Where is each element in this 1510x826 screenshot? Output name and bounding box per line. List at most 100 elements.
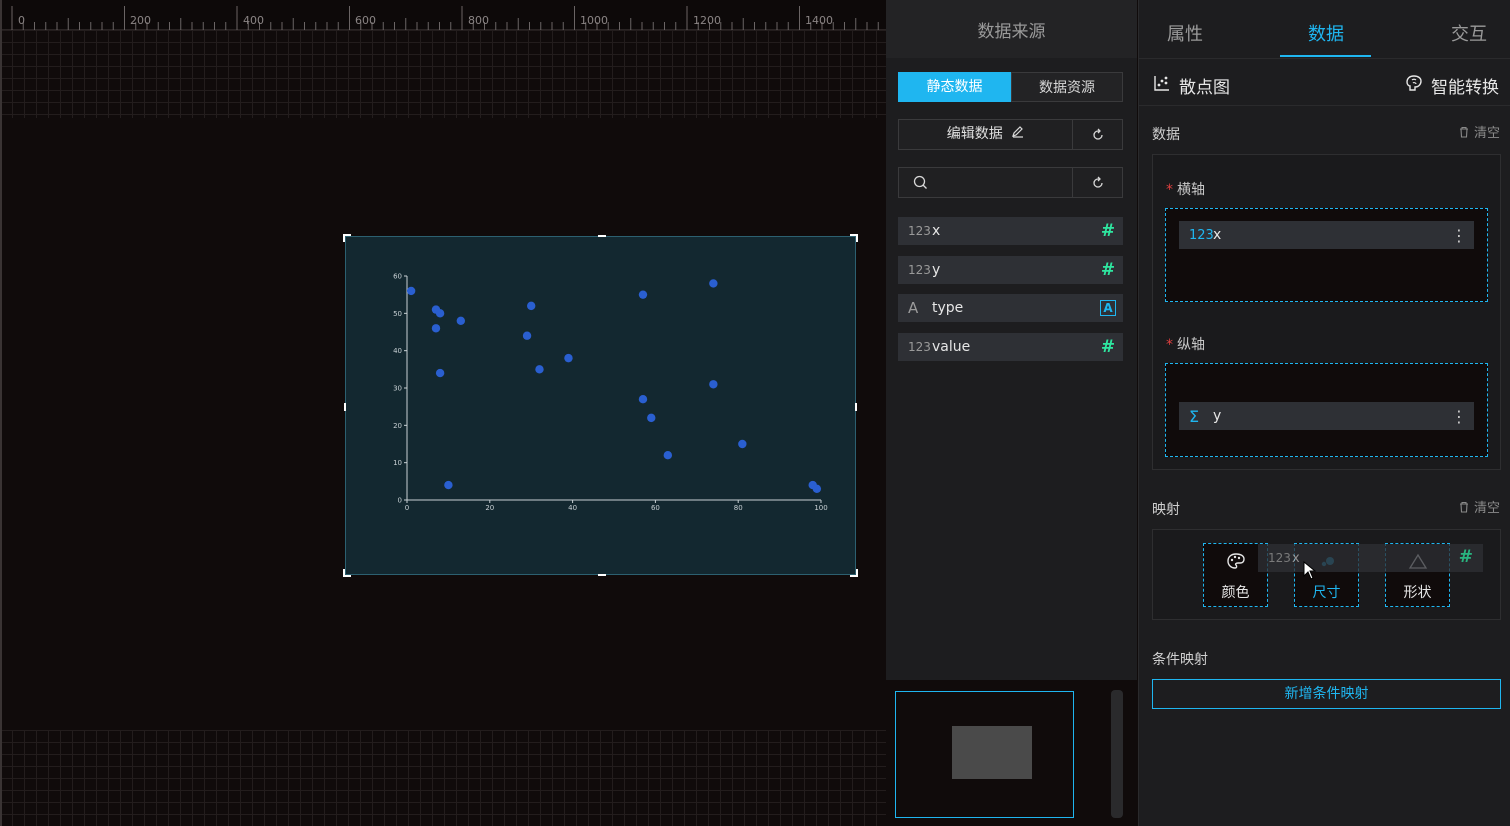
field-item-x[interactable]: 123 x #	[898, 217, 1123, 245]
field-item-y[interactable]: 123 y #	[898, 256, 1123, 284]
sigma-icon: Σ	[1189, 406, 1200, 426]
smart-convert-button[interactable]: 智能转换	[1431, 73, 1499, 98]
y-tick-label: 60	[393, 273, 402, 281]
resize-handle-right[interactable]	[855, 403, 857, 411]
scatter-chart-icon	[1154, 76, 1169, 91]
resize-handle-bottom-left[interactable]	[343, 569, 351, 577]
y-axis-field[interactable]: Σ y ⋮	[1179, 402, 1474, 430]
required-mark: *	[1166, 182, 1173, 198]
ghost-field-name: x	[1292, 550, 1300, 566]
scatter-point	[663, 451, 673, 460]
y-tick-label: 20	[393, 422, 402, 430]
y-tick-label: 10	[393, 459, 402, 467]
field-name: x	[932, 223, 941, 239]
config-tabs: 属性 数据 交互	[1139, 0, 1510, 58]
refresh-button[interactable]	[1073, 120, 1122, 149]
shape-mapping-label: 形状	[1403, 585, 1432, 601]
color-mapping-label: 颜色	[1221, 585, 1250, 601]
resize-handle-top[interactable]	[598, 235, 606, 237]
minimap-viewport[interactable]	[895, 691, 1074, 818]
canvas-grid	[0, 730, 886, 826]
x-tick-label: 100	[814, 504, 827, 512]
axis-config-group: * 横轴 123 x ⋮ * 纵轴 Σ y ⋮	[1152, 154, 1501, 470]
x-axis-field-name: x	[1213, 227, 1222, 243]
mapping-section-title: 映射	[1152, 502, 1180, 518]
ruler-label: 1400	[805, 14, 833, 27]
horizontal-ruler: 0 200 400 600 800 1000 1200 1400	[0, 0, 886, 30]
ruler-label: 200	[130, 14, 151, 27]
ruler-label: 0	[18, 14, 25, 27]
minimap-area	[886, 680, 1137, 826]
tab-interaction[interactable]: 交互	[1451, 20, 1487, 46]
ruler-label: 1200	[693, 14, 721, 27]
numeric-type-icon: 123	[908, 340, 931, 354]
tab-properties[interactable]: 属性	[1167, 20, 1203, 46]
edit-data-row: 编辑数据	[898, 119, 1123, 150]
x-axis-drop-zone[interactable]: 123 x ⋮	[1165, 208, 1488, 302]
static-data-tab[interactable]: 静态数据	[898, 72, 1011, 102]
conditional-mapping-title: 条件映射	[1152, 652, 1208, 668]
resize-handle-top-right[interactable]	[850, 234, 858, 242]
data-resource-tab[interactable]: 数据资源	[1011, 72, 1123, 102]
x-tick-label: 60	[651, 504, 660, 512]
numeric-type-icon: 123	[1189, 227, 1214, 243]
config-panel: 属性 数据 交互 散点图 智能转换 数据 清空 * 横轴 123 x ⋮ * 纵…	[1138, 0, 1510, 826]
scatter-point	[709, 279, 718, 288]
hash-icon: #	[1100, 337, 1116, 357]
y-axis-label-text: 纵轴	[1177, 337, 1205, 353]
scatter-point	[638, 395, 648, 404]
numeric-type-icon: 123	[908, 263, 931, 277]
resize-handle-left[interactable]	[344, 403, 346, 411]
numeric-type-icon: 123	[908, 224, 931, 238]
mouse-cursor-icon	[1303, 561, 1317, 580]
numeric-type-icon: 123	[1268, 551, 1291, 565]
design-canvas[interactable]: 0 200 400 600 800 1000 1200 1400 0 20 40 60…	[0, 0, 886, 826]
field-search-row	[898, 167, 1123, 198]
refresh-button[interactable]	[1073, 168, 1122, 197]
canvas-grid	[0, 30, 886, 118]
data-source-panel: 数据来源 静态数据 数据资源 编辑数据 123 x # 123 y # A ty…	[886, 0, 1137, 826]
more-vertical-icon[interactable]: ⋮	[1444, 407, 1474, 426]
refresh-icon	[1092, 176, 1103, 188]
ruler-label: 800	[468, 14, 489, 27]
scatter-point	[406, 286, 416, 296]
scatter-point	[738, 439, 747, 449]
clear-mapping-button[interactable]: 清空	[1458, 497, 1500, 516]
field-name: type	[932, 300, 964, 316]
edit-data-button[interactable]: 编辑数据	[899, 120, 1073, 149]
x-tick-label: 40	[568, 504, 577, 512]
field-name: value	[932, 339, 971, 355]
brain-icon[interactable]	[1405, 74, 1423, 92]
chart-type-label: 散点图	[1179, 78, 1230, 98]
y-tick-label: 50	[393, 310, 402, 318]
more-vertical-icon[interactable]: ⋮	[1444, 226, 1474, 245]
y-axis-drop-zone[interactable]: Σ y ⋮	[1165, 363, 1488, 457]
vertical-scrollbar[interactable]	[1111, 690, 1123, 818]
resize-handle-top-left[interactable]	[343, 234, 351, 242]
ruler-label: 1000	[580, 14, 608, 27]
ruler-label: 400	[243, 14, 264, 27]
scatter-point	[709, 380, 718, 389]
add-conditional-mapping-button[interactable]: 新增条件映射	[1152, 679, 1501, 709]
field-item-type[interactable]: A type A	[898, 294, 1123, 322]
active-tab-indicator	[1280, 55, 1371, 57]
chart-type-row: 散点图 智能转换	[1139, 58, 1510, 106]
clear-data-button[interactable]: 清空	[1458, 122, 1500, 141]
field-search-input[interactable]	[899, 168, 1073, 197]
scatter-point	[456, 316, 466, 325]
size-mapping-label: 尺寸	[1312, 585, 1341, 601]
hash-icon: #	[1458, 547, 1473, 567]
field-item-value[interactable]: 123 value #	[898, 333, 1123, 361]
scatter-chart-component[interactable]: 0 20 40 60 80 100 0 10 20 30 40 50 60	[343, 234, 858, 577]
refresh-icon	[1092, 128, 1103, 140]
resize-handle-bottom[interactable]	[598, 574, 606, 576]
ruler-label: 600	[355, 14, 376, 27]
x-axis-field[interactable]: 123 x ⋮	[1179, 221, 1474, 249]
scatter-point	[647, 413, 656, 423]
resize-handle-bottom-right[interactable]	[850, 569, 858, 577]
hash-icon: #	[1100, 260, 1116, 280]
edit-data-label: 编辑数据	[946, 126, 1003, 142]
scatter-point	[527, 301, 536, 311]
tab-data[interactable]: 数据	[1308, 20, 1344, 46]
clear-label: 清空	[1473, 501, 1500, 516]
